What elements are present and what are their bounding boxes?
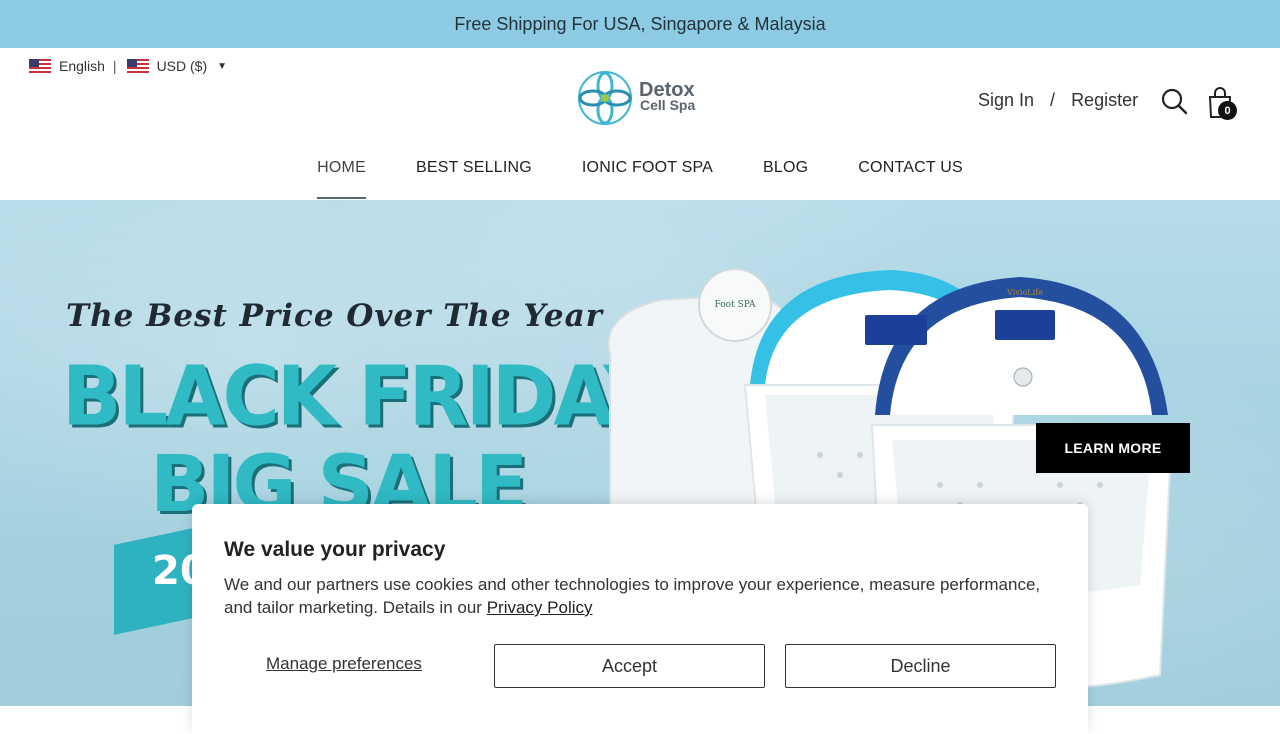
cookie-consent-dialog: We value your privacy We and our partner… xyxy=(192,504,1088,734)
nav-best-selling[interactable]: BEST SELLING xyxy=(416,155,532,199)
cookie-title: We value your privacy xyxy=(224,538,446,561)
logo-mark-icon xyxy=(578,71,632,125)
device-left-label: Foot SPA xyxy=(715,300,756,310)
account-links: Sign In / Register xyxy=(978,90,1138,111)
chevron-down-icon[interactable]: ▼ xyxy=(217,61,227,72)
us-flag-icon xyxy=(29,59,51,73)
site-header: English | USD ($) ▼ Detox Cell Spa Sign … xyxy=(0,48,1280,200)
nav-home[interactable]: HOME xyxy=(317,155,366,199)
learn-more-button[interactable]: LEARN MORE xyxy=(1036,423,1190,473)
hero-tagline: The Best Price Over The Year xyxy=(66,298,603,334)
main-nav: HOME BEST SELLING IONIC FOOT SPA BLOG CO… xyxy=(0,155,1280,199)
announcement-bar: Free Shipping For USA, Singapore & Malay… xyxy=(0,0,1280,48)
nav-ionic-foot-spa[interactable]: IONIC FOOT SPA xyxy=(582,155,713,199)
cart-count-badge: 0 xyxy=(1218,101,1237,120)
logo-line1: Detox xyxy=(639,79,695,101)
locale-selector[interactable]: English | USD ($) ▼ xyxy=(29,58,227,74)
privacy-policy-link[interactable]: Privacy Policy xyxy=(487,598,593,617)
logo-wordmark: Detox Cell Spa xyxy=(639,79,696,113)
cookie-body-text: We and our partners use cookies and othe… xyxy=(224,575,1041,617)
accept-button[interactable]: Accept xyxy=(494,644,765,688)
cookie-body: We and our partners use cookies and othe… xyxy=(224,573,1054,619)
language-label[interactable]: English xyxy=(59,58,105,74)
announcement-text: Free Shipping For USA, Singapore & Malay… xyxy=(454,13,826,34)
decline-button[interactable]: Decline xyxy=(785,644,1056,688)
currency-label[interactable]: USD ($) xyxy=(157,58,208,74)
account-divider: / xyxy=(1050,90,1056,110)
nav-blog[interactable]: BLOG xyxy=(763,155,808,199)
device-right-label: VivioLife xyxy=(1006,288,1043,297)
site-logo[interactable]: Detox Cell Spa xyxy=(575,68,695,128)
locale-divider: | xyxy=(112,58,117,74)
nav-contact-us[interactable]: CONTACT US xyxy=(858,155,963,199)
manage-preferences-link[interactable]: Manage preferences xyxy=(266,654,422,674)
register-link[interactable]: Register xyxy=(1071,90,1138,111)
search-icon[interactable] xyxy=(1160,87,1188,115)
logo-line2: Cell Spa xyxy=(640,97,696,113)
sign-in-link[interactable]: Sign In xyxy=(978,90,1034,111)
hero-headline-1: BLACK FRIDAY xyxy=(62,349,660,445)
us-flag-icon xyxy=(126,59,149,73)
